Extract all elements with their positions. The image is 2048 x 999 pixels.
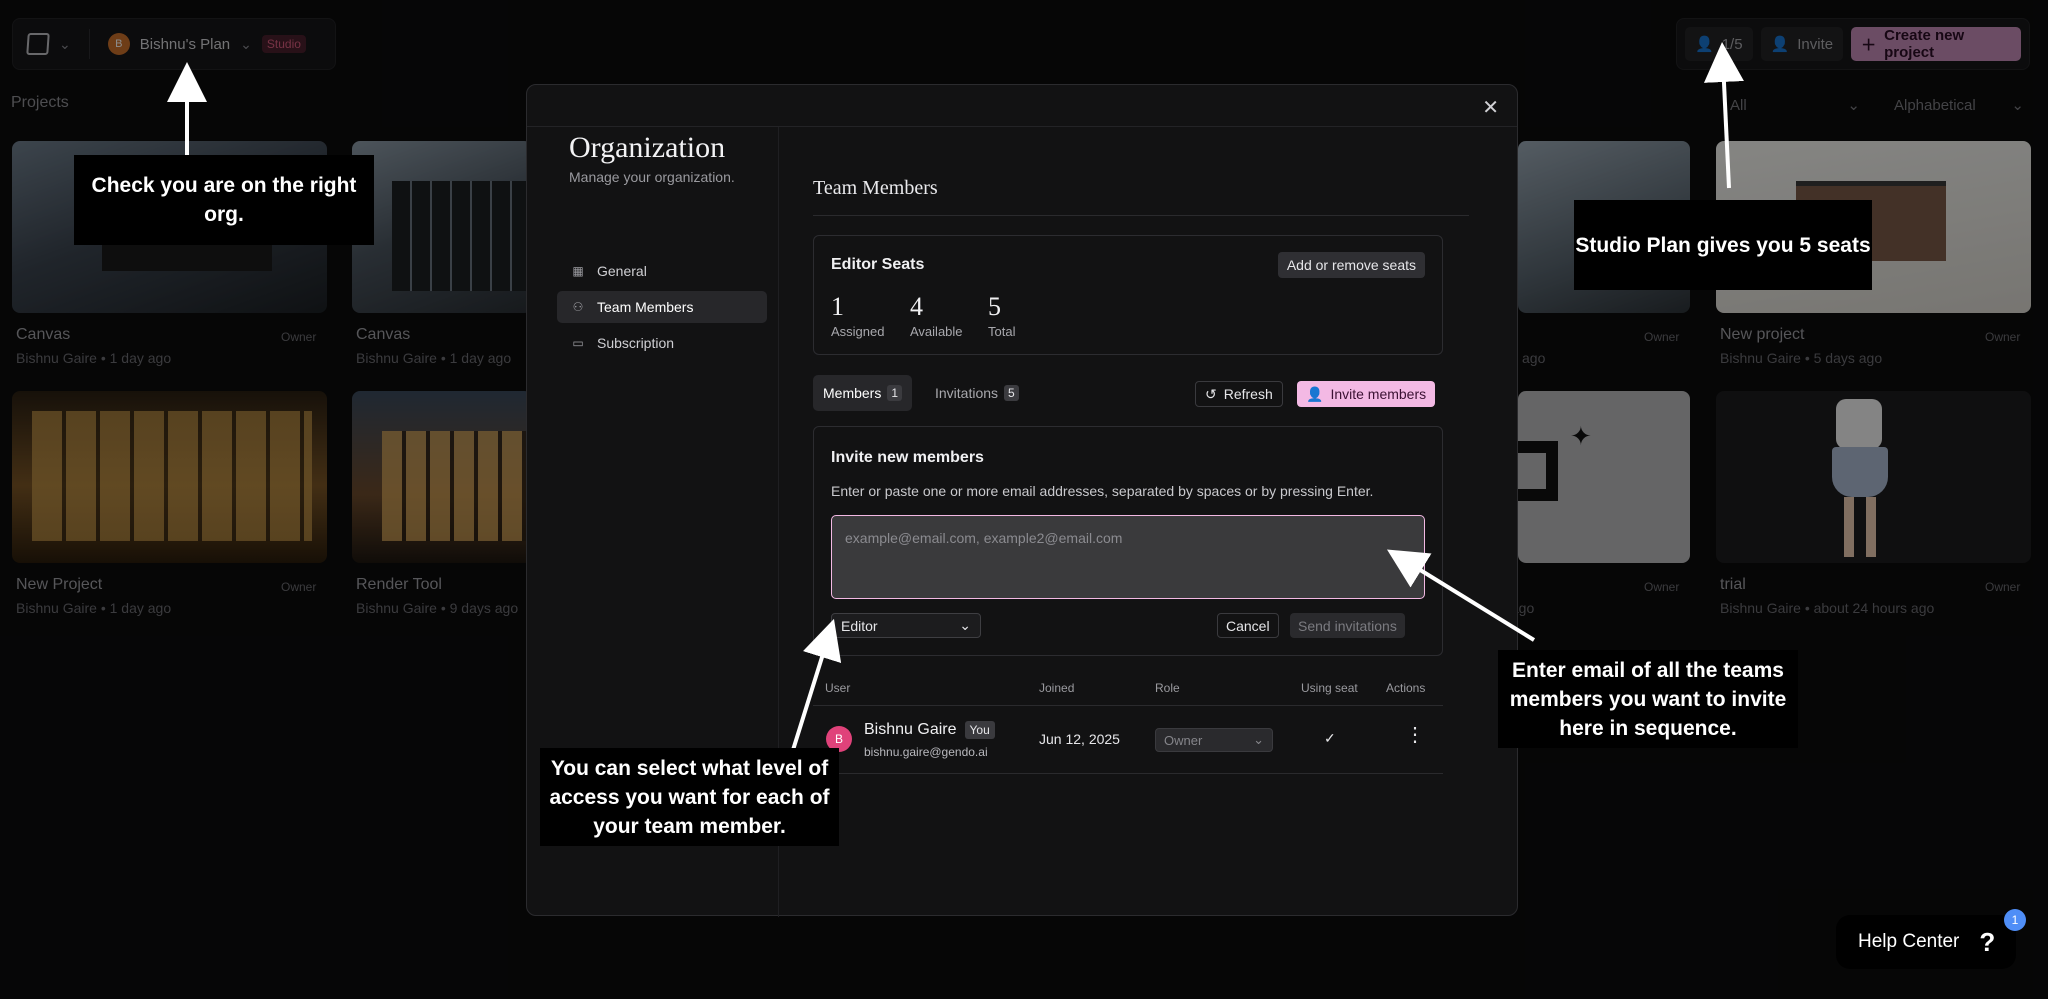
question-icon: ? bbox=[1979, 926, 1996, 957]
callout-org: Check you are on the right org. bbox=[74, 155, 374, 245]
help-label: Help Center bbox=[1858, 931, 1960, 952]
callout-access: You can select what level of access you … bbox=[540, 748, 839, 846]
arrow-to-email bbox=[1386, 549, 1536, 642]
arrow-to-role bbox=[791, 618, 842, 751]
help-center-button[interactable]: Help Center ? 1 bbox=[1836, 909, 2026, 969]
annotation-arrows bbox=[167, 42, 1744, 751]
notification-badge: 1 bbox=[2004, 909, 2026, 931]
callout-seats: Studio Plan gives you 5 seats bbox=[1574, 200, 1872, 290]
arrow-to-seats bbox=[1703, 42, 1744, 189]
callout-email: Enter email of all the teams members you… bbox=[1498, 650, 1798, 748]
